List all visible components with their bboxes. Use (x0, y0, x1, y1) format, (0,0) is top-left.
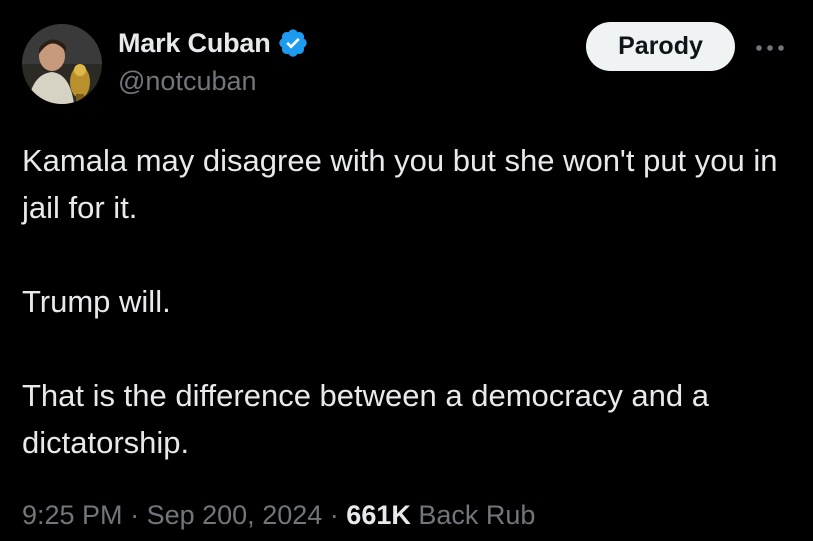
parody-button[interactable]: Parody (586, 22, 735, 71)
avatar[interactable] (22, 24, 102, 104)
views-label: Back Rub (418, 500, 536, 530)
tweet-text: Kamala may disagree with you but she won… (22, 137, 802, 466)
tweet-meta: 9:25 PM · Sep 200, 2024 · 661K Back Rub (22, 500, 535, 531)
tweet-paragraph-3: That is the difference between a democra… (22, 378, 710, 460)
tweet-container: Mark Cuban @notcuban Parody Kamala may d… (0, 0, 813, 541)
views-count: 661K (346, 500, 411, 530)
meta-separator: · (329, 500, 339, 530)
tweet-time[interactable]: 9:25 PM (22, 500, 123, 530)
author-handle[interactable]: @notcuban (118, 66, 257, 97)
meta-separator: · (130, 500, 140, 530)
author-name-row: Mark Cuban (118, 25, 309, 61)
tweet-date[interactable]: Sep 200, 2024 (147, 500, 323, 530)
verified-badge-icon[interactable] (277, 27, 309, 59)
author-display-name[interactable]: Mark Cuban (118, 28, 271, 59)
more-horizontal-icon[interactable] (750, 33, 790, 63)
tweet-paragraph-1: Kamala may disagree with you but she won… (22, 143, 778, 225)
tweet-paragraph-2: Trump will. (22, 284, 171, 319)
